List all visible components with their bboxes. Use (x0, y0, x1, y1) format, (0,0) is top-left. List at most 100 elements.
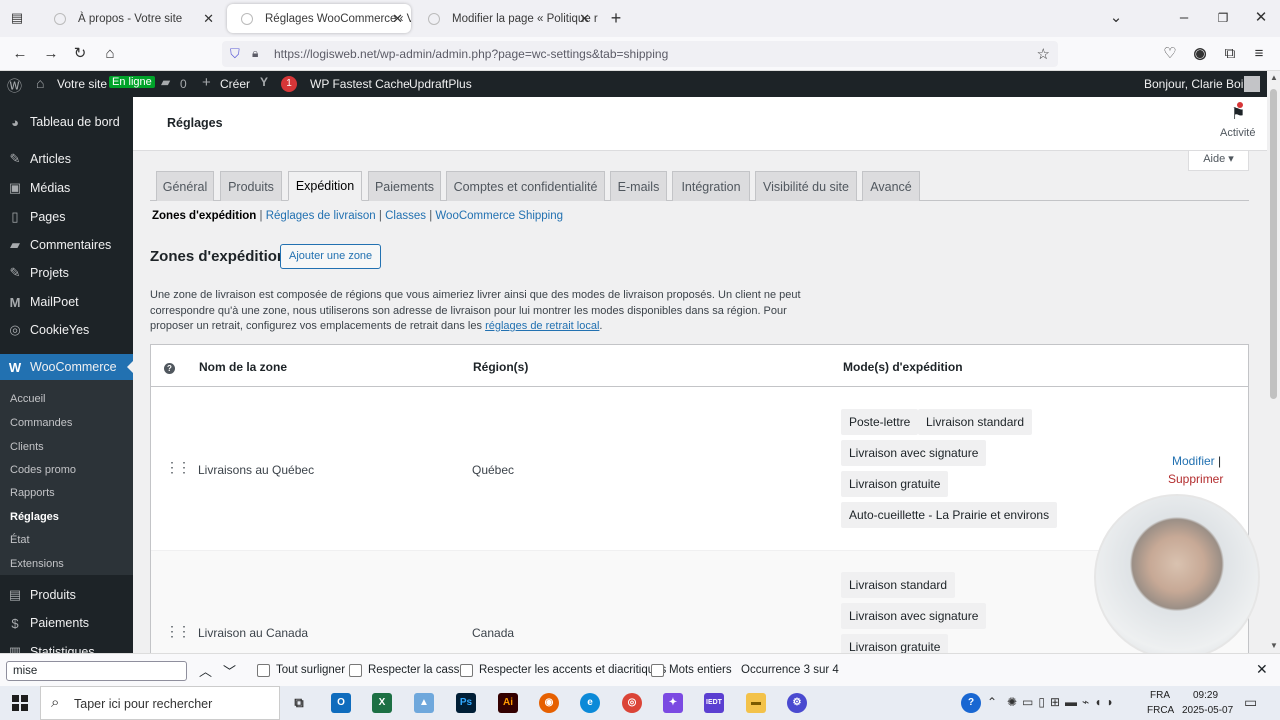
excel-icon[interactable]: X (372, 693, 392, 713)
tab-general[interactable]: Général (156, 171, 214, 201)
sidebar-item-commentaires[interactable]: ▰ Commentaires (0, 231, 133, 259)
back-icon[interactable]: ← (9, 43, 31, 65)
table-row[interactable]: ⋮⋮ Livraisons au Québec Québec Poste-let… (151, 387, 1248, 550)
browser-tab-reglages[interactable]: Réglages WooCommerce ‹ Votre ✕ (227, 4, 411, 33)
find-previous-icon[interactable]: ︿ (199, 661, 212, 680)
sidebar-item-articles[interactable]: ✎ Articles (0, 145, 133, 173)
restore-window-icon[interactable]: ❐ (1212, 7, 1234, 29)
scroll-thumb[interactable] (1270, 89, 1277, 399)
subnav-reglages-livraison[interactable]: Réglages de livraison (266, 210, 376, 222)
drag-handle-icon[interactable]: ⋮⋮ (165, 623, 191, 640)
tab-emails[interactable]: E-mails (610, 171, 667, 201)
sidebar-item-produits[interactable]: ▤ Produits (0, 581, 133, 609)
tab-produits[interactable]: Produits (220, 171, 282, 201)
app-icon[interactable]: IEDT (704, 693, 724, 713)
photoshop-icon[interactable]: Ps (456, 693, 476, 713)
firefox-icon[interactable]: ◉ (539, 693, 559, 713)
illustrator-icon[interactable]: Ai (498, 693, 518, 713)
highlight-all-checkbox[interactable] (257, 664, 270, 677)
comment-icon[interactable]: ▰ (161, 75, 170, 89)
sidebar-item-projets[interactable]: ✎ Projets (0, 259, 133, 287)
submenu-item-reglages[interactable]: Réglages (10, 511, 59, 523)
add-zone-button[interactable]: Ajouter une zone (280, 244, 382, 269)
close-window-icon[interactable]: ✕ (1250, 7, 1272, 29)
find-input[interactable]: mise (6, 661, 187, 681)
help-icon[interactable]: ? (961, 693, 981, 713)
updraftplus-link[interactable]: UpdraftPlus (409, 77, 472, 91)
submenu-item-codes-promo[interactable]: Codes promo (10, 464, 76, 476)
comment-count[interactable]: 0 (180, 77, 187, 91)
find-next-icon[interactable]: ﹀ (223, 661, 236, 680)
match-diacritics-checkbox[interactable] (460, 664, 473, 677)
plus-icon[interactable]: + (202, 74, 211, 91)
home-icon[interactable]: ⌂ (99, 43, 121, 65)
delete-zone-link[interactable]: Supprimer (1168, 472, 1223, 486)
user-greeting[interactable]: Bonjour, Clarie Boily (1144, 77, 1252, 91)
tab-comptes[interactable]: Comptes et confidentialité (446, 171, 605, 201)
whole-words-checkbox[interactable] (651, 664, 664, 677)
sidebar-item-woocommerce[interactable]: W WooCommerce (0, 354, 133, 380)
edge-icon[interactable]: e (580, 693, 600, 713)
create-new-link[interactable]: Créer (220, 77, 250, 91)
tab-overflow-chevron-icon[interactable]: ⌄ (1105, 7, 1127, 29)
drag-handle-icon[interactable]: ⋮⋮ (165, 459, 191, 476)
tab-paiements[interactable]: Paiements (368, 171, 441, 201)
match-case-checkbox[interactable] (349, 664, 362, 677)
clock-date[interactable]: 2025-05-07 (1182, 705, 1233, 716)
tab-list-icon[interactable]: ▤ (6, 7, 28, 29)
new-tab-icon[interactable]: + (605, 7, 627, 29)
page-scrollbar[interactable]: ▲ ▼ (1267, 71, 1280, 653)
language-indicator[interactable]: FRA (1150, 690, 1170, 701)
keyboard-layout[interactable]: FRCA (1147, 705, 1174, 716)
sidebar-item-medias[interactable]: ▣ Médias (0, 174, 133, 202)
reload-icon[interactable]: ↻ (69, 43, 91, 65)
activity-button[interactable]: Activité (1220, 127, 1255, 139)
avatar[interactable] (1244, 76, 1260, 92)
table-row[interactable]: ⋮⋮ Livraison au Canada Canada Livraison … (151, 551, 1248, 653)
chrome-icon[interactable]: ◎ (622, 693, 642, 713)
subnav-woocommerce-shipping[interactable]: WooCommerce Shipping (435, 210, 563, 222)
taskbar-search[interactable]: ⌕ Taper ici pour rechercher (40, 686, 280, 720)
copilot-icon[interactable]: ✦ (663, 693, 683, 713)
minimize-window-icon[interactable]: – (1173, 7, 1195, 29)
sidebar-item-statistiques[interactable]: ▥ Statistiques (0, 638, 133, 653)
url-bar[interactable]: ⛉ 🔒︎ https://logisweb.net/wp-admin/admin… (222, 41, 1058, 67)
yoast-badge[interactable]: 1 (281, 76, 297, 92)
url-text[interactable]: https://logisweb.net/wp-admin/admin.php?… (274, 47, 668, 61)
submenu-item-accueil[interactable]: Accueil (10, 393, 45, 405)
task-view-icon[interactable]: ⧉ (289, 693, 309, 713)
windows-start-icon[interactable] (12, 695, 28, 711)
scroll-down-icon[interactable]: ▼ (1270, 641, 1278, 650)
close-tab-icon[interactable]: ✕ (579, 11, 590, 27)
clock-time[interactable]: 09:29 (1193, 690, 1218, 701)
local-pickup-settings-link[interactable]: réglages de retrait local (485, 320, 599, 332)
edit-zone-link[interactable]: Modifier (1172, 454, 1215, 468)
tab-expedition[interactable]: Expédition (288, 171, 362, 201)
submenu-item-commandes[interactable]: Commandes (10, 417, 72, 429)
tab-integration[interactable]: Intégration (672, 171, 750, 201)
outlook-icon[interactable]: O (331, 693, 351, 713)
wp-fastest-cache-link[interactable]: WP Fastest Cache (310, 77, 410, 91)
tab-visibilite[interactable]: Visibilité du site (755, 171, 857, 201)
settings-icon[interactable]: ⚙ (787, 693, 807, 713)
home-icon[interactable]: ⌂ (36, 75, 44, 91)
submenu-item-clients[interactable]: Clients (10, 441, 44, 453)
close-find-icon[interactable]: ✕ (1256, 661, 1268, 678)
account-icon[interactable]: ◉ (1189, 43, 1211, 65)
sidebar-item-mailpoet[interactable]: M MailPoet (0, 288, 133, 316)
sidebar-item-pages[interactable]: ▯ Pages (0, 203, 133, 231)
forward-icon[interactable]: → (40, 43, 62, 65)
wordpress-logo-icon[interactable]: Ⓦ (7, 75, 22, 96)
lock-icon[interactable]: 🔒︎ (252, 46, 258, 61)
file-explorer-icon[interactable]: ▬ (746, 693, 766, 713)
shield-icon[interactable]: ⛉ (230, 46, 240, 62)
pocket-icon[interactable]: ♡ (1159, 43, 1181, 65)
browser-tab-apropos[interactable]: À propos - Votre site ✕ (40, 4, 222, 33)
tray-chevron-icon[interactable]: ⌃ (987, 695, 997, 709)
sidebar-item-paiements[interactable]: $ Paiements (0, 609, 133, 637)
bookmark-star-icon[interactable]: ☆ (1037, 45, 1050, 63)
tray-icons[interactable]: ✺▭▯⊞▬⌁◖◗ (1007, 695, 1119, 709)
submenu-item-etat[interactable]: État (10, 534, 30, 546)
submenu-item-extensions[interactable]: Extensions (10, 558, 64, 570)
menu-icon[interactable]: ≡ (1248, 43, 1270, 65)
